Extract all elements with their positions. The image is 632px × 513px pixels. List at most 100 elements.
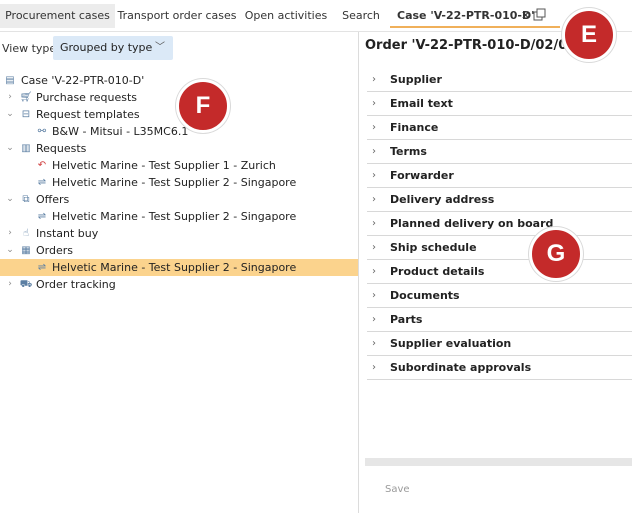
truck-icon: ⛟ — [19, 279, 33, 290]
requests-icon: ▥ — [21, 143, 31, 154]
section-parts[interactable]: › Parts — [367, 308, 632, 332]
template-icon: ⊟ — [21, 109, 31, 120]
collapse-arrow-icon[interactable]: ⌄ — [5, 140, 15, 157]
handshake-icon: ⇌ — [37, 177, 47, 188]
section-label: Delivery address — [390, 193, 495, 206]
tab-procurement-cases[interactable]: Procurement cases — [0, 4, 115, 28]
tree-node-label: Request templates — [36, 108, 140, 121]
tree-node-requests[interactable]: ⌄ ▥ Requests — [0, 140, 358, 157]
chevron-right-icon: › — [372, 146, 376, 157]
undo-icon: ↶ — [37, 160, 47, 171]
chevron-right-icon: › — [372, 170, 376, 181]
tree-node-label: Helvetic Marine - Test Supplier 2 - Sing… — [52, 176, 297, 189]
expand-arrow-icon[interactable]: › — [5, 225, 15, 242]
order-title: Order 'V-22-PTR-010-D/02/01' — [365, 38, 581, 53]
tab-bar: Procurement cases Transport order cases … — [0, 0, 632, 32]
save-button[interactable]: Save — [385, 484, 410, 495]
link-icon: ⚯ — [37, 126, 47, 137]
offers-icon: ⧉ — [22, 194, 30, 205]
tree-node-label: Orders — [36, 244, 73, 257]
section-label: Planned delivery on board — [390, 217, 554, 230]
section-label: Ship schedule — [390, 241, 477, 254]
section-label: Product details — [390, 265, 485, 278]
callout-e: E — [562, 8, 616, 62]
chevron-right-icon: › — [372, 290, 376, 301]
tree-node-label: Requests — [36, 142, 87, 155]
tree-node-label: Case 'V-22-PTR-010-D' — [21, 74, 145, 87]
section-supplier[interactable]: › Supplier — [367, 68, 632, 92]
tree-node-order-item[interactable]: ⇌ Helvetic Marine - Test Supplier 2 - Si… — [0, 259, 358, 276]
tree-node-orders[interactable]: ⌄ ▦ Orders — [0, 242, 358, 259]
section-documents[interactable]: › Documents — [367, 284, 632, 308]
section-delivery-address[interactable]: › Delivery address — [367, 188, 632, 212]
section-terms[interactable]: › Terms — [367, 140, 632, 164]
hand-icon: ☝︎ — [22, 228, 30, 239]
chevron-right-icon: › — [372, 266, 376, 277]
section-supplier-evaluation[interactable]: › Supplier evaluation — [367, 332, 632, 356]
section-subordinate-approvals[interactable]: › Subordinate approvals — [367, 356, 632, 380]
section-email-text[interactable]: › Email text — [367, 92, 632, 116]
handshake-icon: ⇌ — [37, 211, 47, 222]
popout-window-icon[interactable] — [533, 4, 546, 28]
section-label: Documents — [390, 289, 460, 302]
section-label: Supplier evaluation — [390, 337, 512, 350]
tree-node-offer-item[interactable]: ⇌ Helvetic Marine - Test Supplier 2 - Si… — [0, 208, 358, 225]
tree-node-label: Helvetic Marine - Test Supplier 2 - Sing… — [52, 210, 297, 223]
tab-search[interactable]: Search — [335, 4, 387, 28]
chevron-right-icon: › — [372, 242, 376, 253]
tree-node-order-tracking[interactable]: › ⛟ Order tracking — [0, 276, 358, 293]
chevron-down-icon: ﹀ — [155, 42, 165, 53]
order-detail-pane: Order 'V-22-PTR-010-D/02/01' › Supplier ›… — [359, 32, 632, 513]
tree-node-case[interactable]: ▤ Case 'V-22-PTR-010-D' — [0, 72, 358, 89]
section-label: Forwarder — [390, 169, 454, 182]
section-finance[interactable]: › Finance — [367, 116, 632, 140]
section-label: Subordinate approvals — [390, 361, 532, 374]
view-type-value: Grouped by type — [60, 41, 153, 54]
tree-node-request-item[interactable]: ↶ Helvetic Marine - Test Supplier 1 - Zu… — [0, 157, 358, 174]
handshake-icon: ⇌ — [37, 262, 47, 273]
tab-open-activities[interactable]: Open activities — [241, 4, 331, 28]
tree-node-label: Order tracking — [36, 278, 116, 291]
section-label: Email text — [390, 97, 453, 110]
chevron-right-icon: › — [372, 338, 376, 349]
view-type-label: View type: — [2, 42, 60, 55]
expand-arrow-icon[interactable]: › — [5, 89, 15, 106]
tab-case[interactable]: Case 'V-22-PTR-010-D' ✕ — [390, 4, 560, 28]
chevron-right-icon: › — [372, 362, 376, 373]
chevron-right-icon: › — [372, 122, 376, 133]
cart-icon: 🛒︎ — [19, 92, 33, 103]
tree-node-offers[interactable]: ⌄ ⧉ Offers — [0, 191, 358, 208]
case-icon: ▤ — [5, 75, 15, 86]
chevron-right-icon: › — [372, 98, 376, 109]
view-type-select[interactable]: Grouped by type ﹀ — [53, 36, 173, 60]
chevron-right-icon: › — [372, 314, 376, 325]
tree-node-request-item[interactable]: ⇌ Helvetic Marine - Test Supplier 2 - Si… — [0, 174, 358, 191]
tree-node-instant-buy[interactable]: › ☝︎ Instant buy — [0, 225, 358, 242]
close-icon[interactable]: ✕ — [521, 4, 530, 28]
tree-node-label: Helvetic Marine - Test Supplier 2 - Sing… — [52, 261, 297, 274]
collapse-arrow-icon[interactable]: ⌄ — [5, 191, 15, 208]
collapse-arrow-icon[interactable]: ⌄ — [5, 106, 15, 123]
section-ship-schedule[interactable]: › Ship schedule — [367, 236, 632, 260]
horizontal-scrollbar[interactable] — [365, 458, 632, 466]
tree-node-label: Offers — [36, 193, 70, 206]
callout-g: G — [529, 227, 583, 281]
chevron-right-icon: › — [372, 194, 376, 205]
tree-node-label: Helvetic Marine - Test Supplier 1 - Zuri… — [52, 159, 276, 172]
chevron-right-icon: › — [372, 218, 376, 229]
tree-node-label: B&W - Mitsui - L35MC6.1 — [52, 125, 189, 138]
tab-transport-order-cases[interactable]: Transport order cases — [117, 4, 237, 28]
section-label: Finance — [390, 121, 439, 134]
section-forwarder[interactable]: › Forwarder — [367, 164, 632, 188]
tree-node-label: Purchase requests — [36, 91, 137, 104]
tab-case-label: Case 'V-22-PTR-010-D' — [397, 9, 535, 22]
section-planned-delivery[interactable]: › Planned delivery on board — [367, 212, 632, 236]
section-product-details[interactable]: › Product details — [367, 260, 632, 284]
chevron-right-icon: › — [372, 74, 376, 85]
expand-arrow-icon[interactable]: › — [5, 276, 15, 293]
callout-f: F — [176, 79, 230, 133]
orders-icon: ▦ — [21, 245, 31, 256]
tree-node-template-item[interactable]: ⚯ B&W - Mitsui - L35MC6.1 — [0, 123, 358, 140]
section-label: Terms — [390, 145, 427, 158]
collapse-arrow-icon[interactable]: ⌄ — [5, 242, 15, 259]
